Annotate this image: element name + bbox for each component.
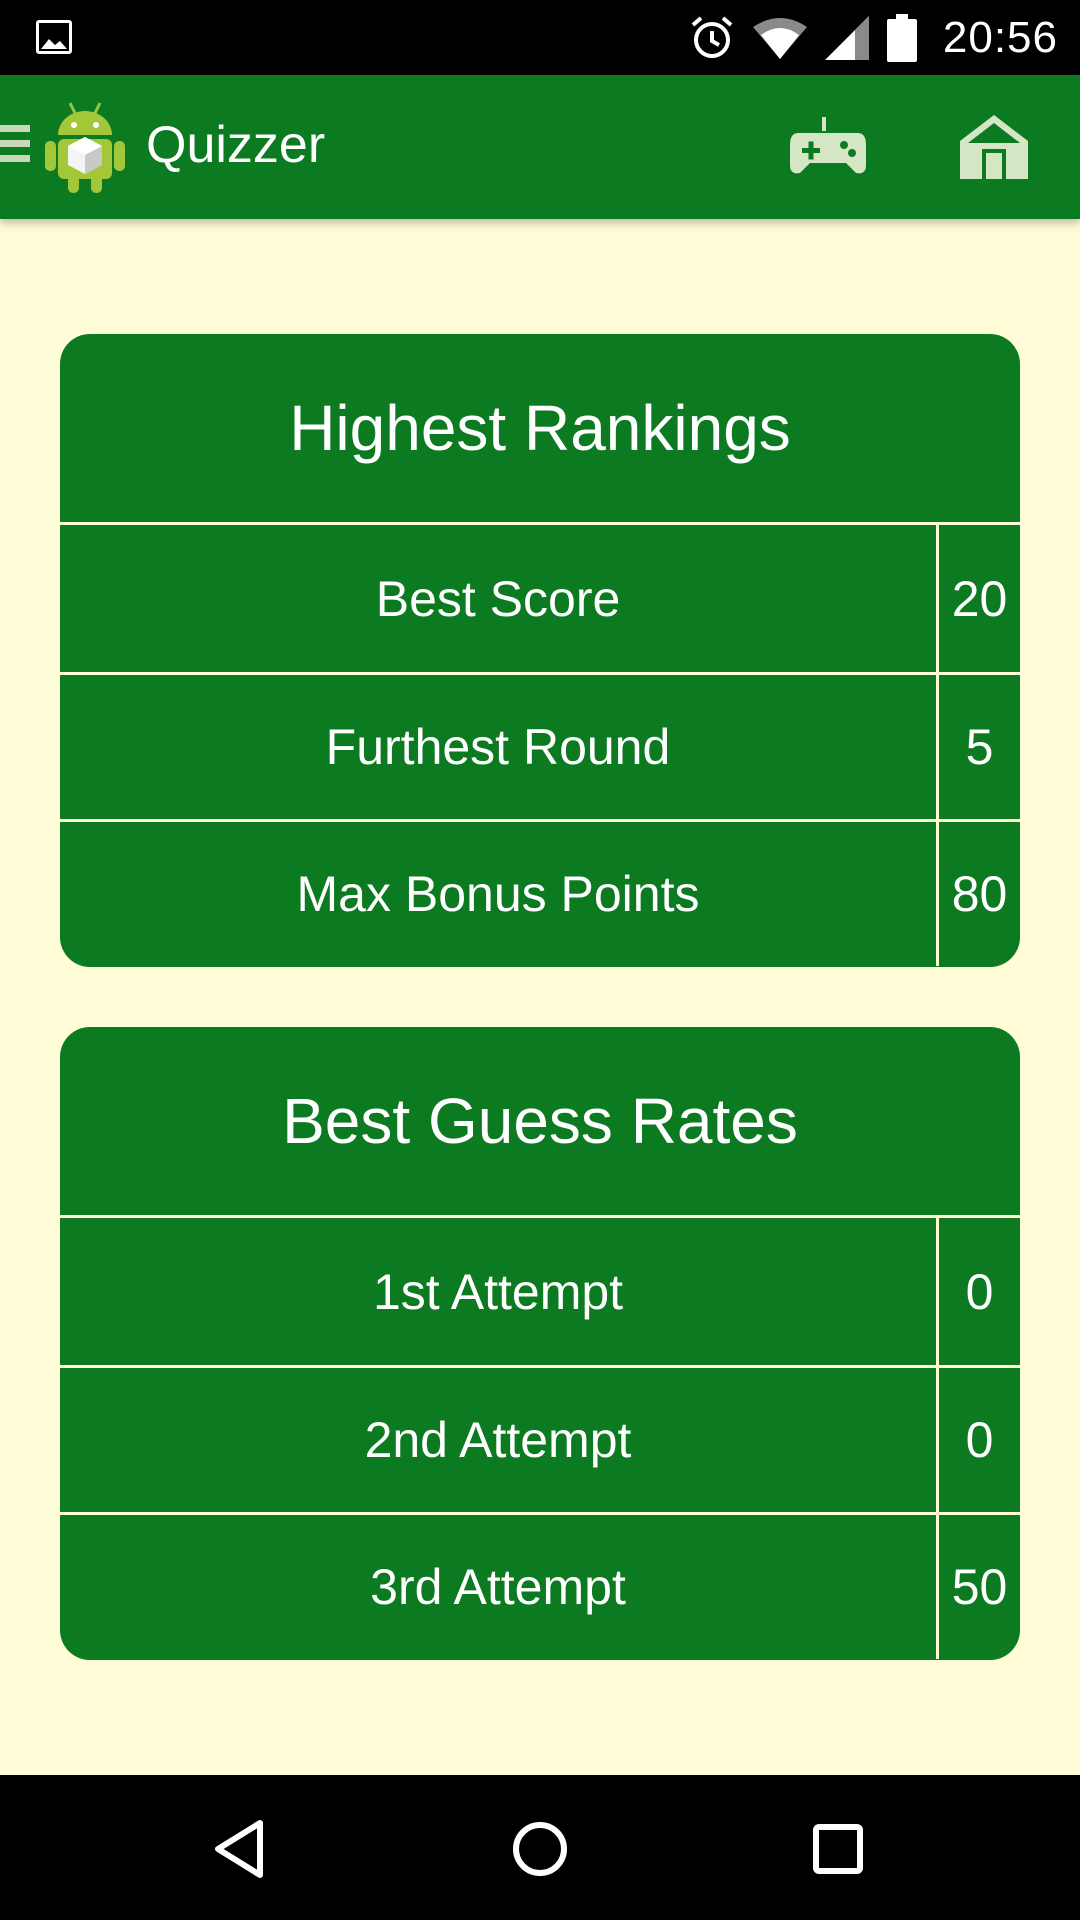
navigation-bar (0, 1775, 1080, 1920)
row-label: 3rd Attempt (60, 1515, 939, 1659)
recents-icon[interactable] (800, 1811, 876, 1887)
back-icon[interactable] (202, 1811, 278, 1887)
signal-icon (824, 15, 869, 60)
app-title: Quizzer (146, 116, 326, 174)
wifi-icon (752, 17, 807, 59)
table-row: Best Score 20 (60, 525, 1020, 672)
menu-icon[interactable] (0, 125, 30, 169)
table-row: 1st Attempt 0 (60, 1218, 1020, 1365)
alarm-icon (691, 15, 733, 58)
home-icon[interactable] (958, 113, 1030, 181)
row-value: 20 (951, 570, 1008, 627)
row-value: 0 (965, 1263, 994, 1320)
highest-rankings-title: Highest Rankings (60, 334, 1020, 525)
battery-icon (886, 13, 917, 62)
status-bar: 20:56 (0, 0, 1080, 75)
best-guess-rates-title: Best Guess Rates (60, 1027, 1020, 1218)
table-row: Max Bonus Points 80 (60, 819, 1020, 966)
table-row: 3rd Attempt 50 (60, 1512, 1020, 1659)
row-label: Max Bonus Points (60, 822, 939, 966)
highest-rankings-card: Highest Rankings Best Score 20 Furthest … (60, 334, 1020, 967)
best-guess-rates-card: Best Guess Rates 1st Attempt 0 2nd Attem… (60, 1027, 1020, 1660)
gallery-icon (36, 20, 72, 54)
row-label: 2nd Attempt (60, 1368, 939, 1512)
app-bar: Quizzer (0, 75, 1080, 219)
row-label: 1st Attempt (60, 1218, 939, 1365)
row-value: 80 (951, 866, 1008, 922)
android-logo-icon[interactable] (42, 99, 128, 195)
clock-time: 20:56 (942, 12, 1058, 62)
stats-content: Highest Rankings Best Score 20 Furthest … (0, 219, 1080, 1775)
game-controller-icon[interactable] (788, 115, 868, 179)
home-circle-icon[interactable] (502, 1811, 578, 1887)
row-label: Furthest Round (60, 675, 939, 819)
row-value: 0 (965, 1412, 994, 1468)
row-label: Best Score (60, 525, 939, 672)
row-value: 50 (951, 1559, 1008, 1615)
table-row: Furthest Round 5 (60, 672, 1020, 819)
row-value: 5 (965, 719, 994, 775)
table-row: 2nd Attempt 0 (60, 1365, 1020, 1512)
